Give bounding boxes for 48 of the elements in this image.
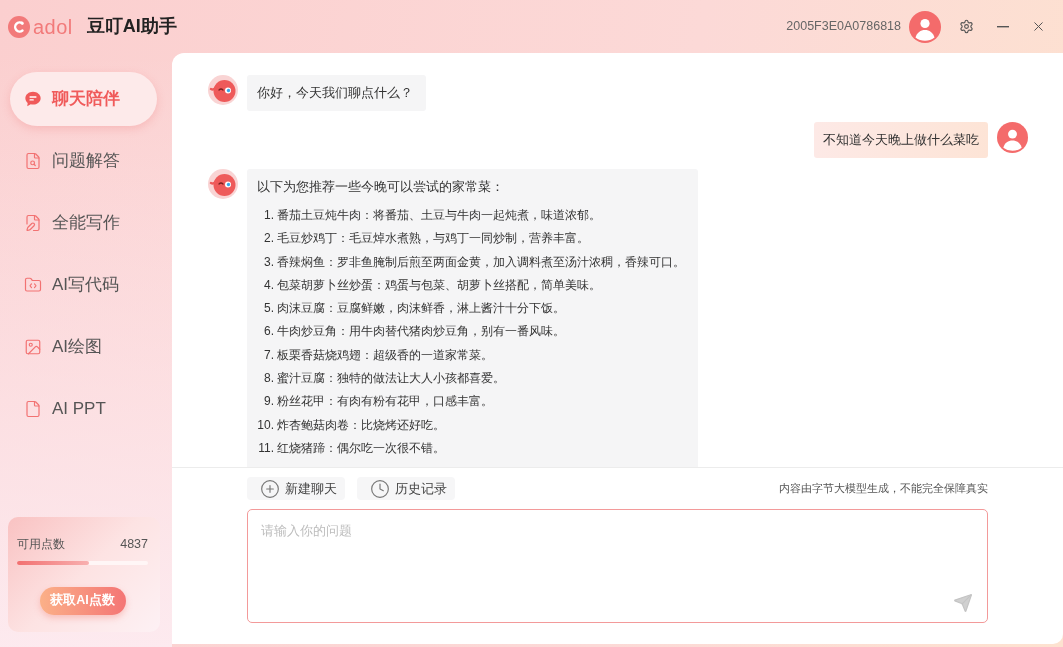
list-item: 1. 番茄土豆炖牛肉：将番茄、土豆与牛肉一起炖煮，味道浓郁。	[263, 207, 602, 224]
list-item: 2. 毛豆炒鸡丁：毛豆焯水煮熟，与鸡丁一同炒制，营养丰富。	[263, 230, 590, 248]
list-item: 9. 粉丝花甲：有肉有粉有花甲，口感丰富。	[263, 393, 494, 411]
settings-icon	[959, 19, 974, 34]
document-pen-icon	[24, 214, 42, 232]
points-label: 可用点数	[17, 536, 65, 554]
message-text: 你好，今天我们聊点什么？	[257, 84, 413, 101]
list-item: 4. 包菜胡萝卜丝炒蛋：鸡蛋与包菜、胡萝卜丝搭配，简单美味。	[263, 276, 602, 294]
close-button[interactable]	[1031, 19, 1046, 34]
list-item: 7. 板栗香菇烧鸡翅：超级香的一道家常菜。	[263, 346, 494, 364]
sidebar-item[interactable]: AI写代码	[10, 258, 157, 312]
list-item: 6. 牛肉炒豆角：用牛肉替代猪肉炒豆角，别有一番风味。	[263, 323, 566, 341]
message-text: 不知道今天晚上做什么菜吃	[823, 131, 979, 149]
user-avatar-button[interactable]	[909, 10, 941, 43]
list-item: 3. 香辣焖鱼：罗非鱼腌制后煎至两面金黄，加入调料煮至汤汁浓稠，香辣可口。	[263, 253, 685, 271]
minimize-icon	[996, 25, 1009, 28]
sidebar-item[interactable]: 全能写作	[10, 196, 157, 250]
settings-button[interactable]	[959, 19, 974, 34]
send-icon	[953, 593, 973, 613]
plus-circle-icon	[260, 478, 280, 499]
folder-code-icon	[24, 276, 42, 294]
app-title: 豆叮AI助手	[86, 15, 177, 38]
sidebar-item[interactable]: AI PPT	[10, 382, 157, 436]
mascot-avatar-icon	[208, 75, 238, 105]
logo-text: adol	[33, 16, 73, 37]
list-item: 8. 蜜汁豆腐：独特的做法让大人小孩都喜爱。	[263, 370, 506, 388]
sidebar-item[interactable]: AI绘图	[10, 320, 157, 374]
list-item: 11. 红烧猪蹄：偶尔吃一次很不错。	[257, 439, 446, 457]
points-value: 4837	[120, 536, 148, 553]
sidebar-item[interactable]: 问题解答	[10, 134, 157, 188]
close-icon	[1031, 19, 1046, 34]
disclaimer-text: 内容由字节大模型生成，不能完全保障真实	[779, 481, 988, 497]
list-item: 10. 炸杏鲍菇肉卷：比烧烤还好吃。	[257, 416, 446, 434]
user-avatar-icon	[909, 10, 941, 43]
new-chat-button[interactable]: 新建聊天	[247, 477, 345, 500]
clock-icon	[370, 478, 390, 499]
message-text: 以下为您推荐一些今晚可以尝试的家常菜：	[257, 178, 505, 195]
file-icon	[24, 400, 42, 418]
chat-bubble-icon	[24, 90, 42, 108]
user-id: 2005F3E0A0786818	[786, 18, 901, 36]
logo-icon	[8, 15, 30, 38]
history-button[interactable]: 历史记录	[357, 477, 455, 500]
mascot-avatar-icon	[208, 169, 238, 199]
user-avatar-icon	[997, 122, 1028, 153]
document-search-icon	[24, 152, 42, 170]
input-field[interactable]: 请输入你的问题	[247, 509, 988, 623]
list-item: 5. 肉沫豆腐：豆腐鲜嫩，肉沫鲜香，淋上酱汁十分下饭。	[263, 300, 566, 318]
image-icon	[24, 338, 42, 356]
